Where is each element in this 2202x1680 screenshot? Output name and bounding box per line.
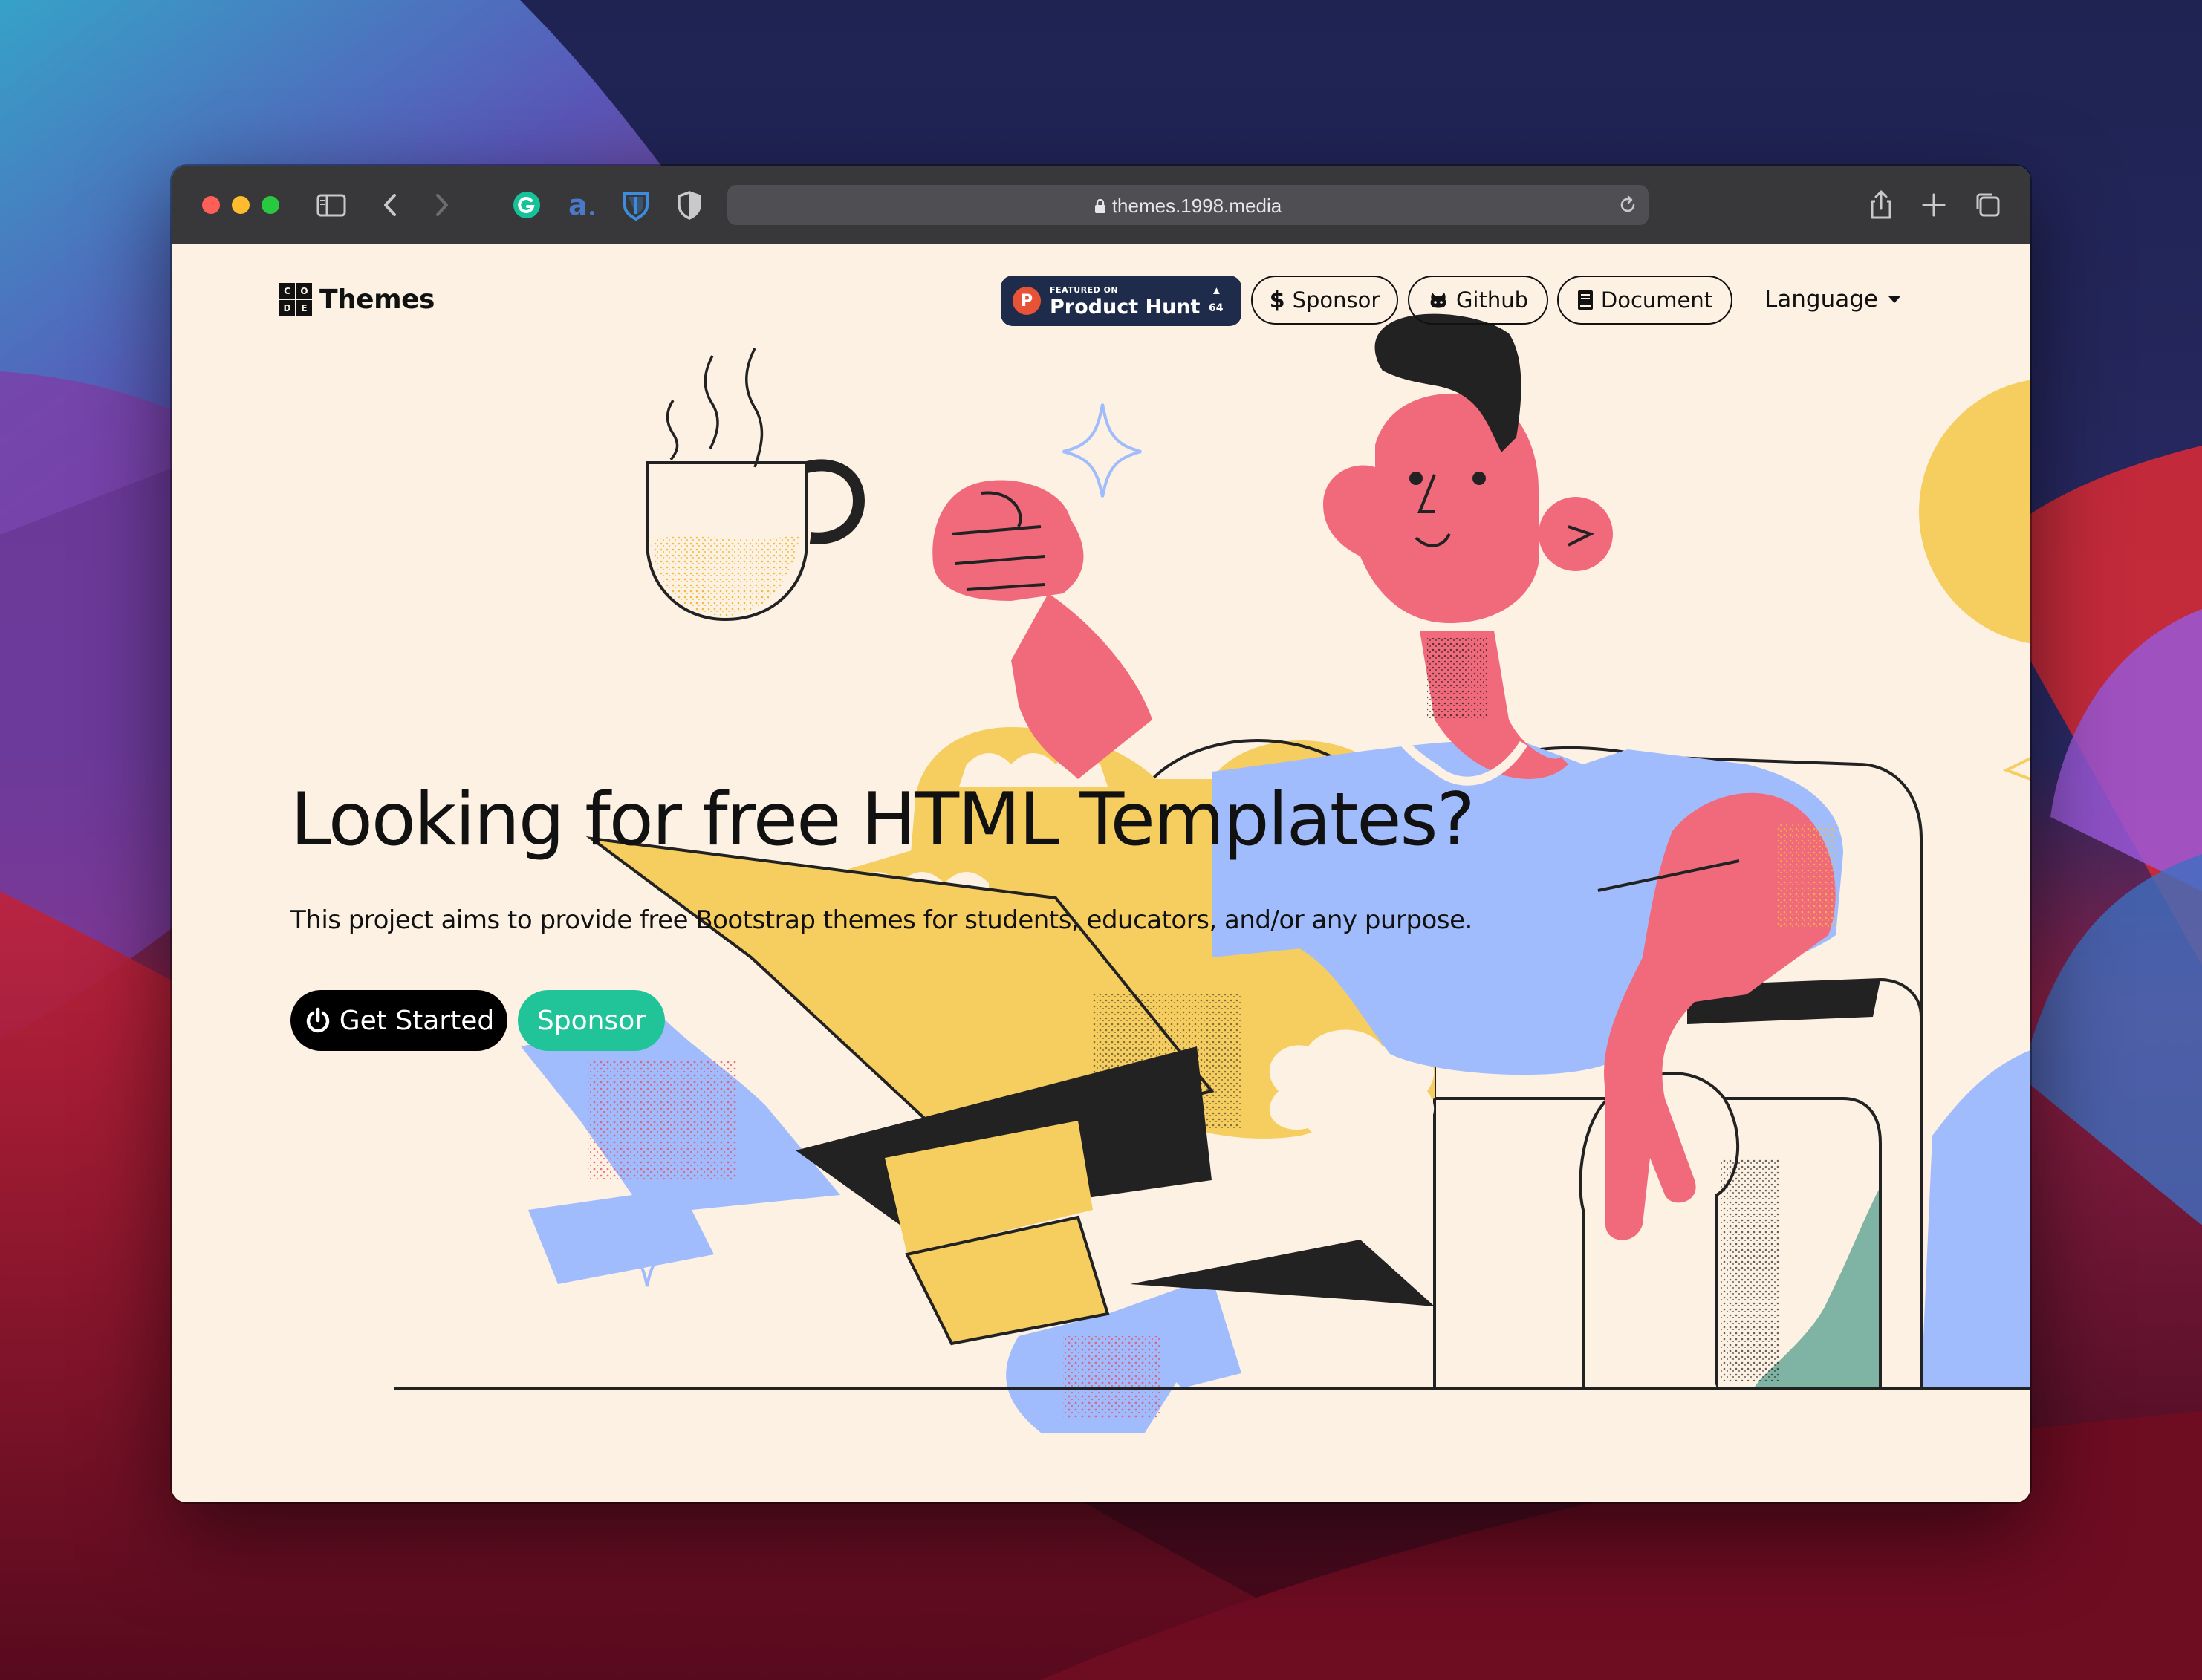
hero-subtitle: This project aims to provide free Bootst… [290, 905, 1472, 935]
hero-illustration [394, 313, 2030, 1433]
address-bar[interactable]: themes.1998.media [727, 185, 1649, 225]
github-icon [1428, 290, 1449, 310]
zoom-window-button[interactable] [262, 196, 279, 214]
web-page: C O D E Themes P FEATURED ON Product Hun… [172, 244, 2030, 1502]
product-hunt-badge[interactable]: P FEATURED ON Product Hunt ▲ 64 [1001, 276, 1241, 326]
hero-title: Looking for free HTML Templates? [290, 778, 1475, 862]
reload-icon[interactable] [1617, 195, 1638, 215]
share-icon[interactable] [1862, 186, 1900, 224]
nav-document-label: Document [1600, 287, 1713, 313]
back-icon[interactable] [372, 186, 409, 224]
sun-shape [1919, 380, 2030, 644]
sidebar-toggle-icon[interactable] [313, 186, 350, 224]
logo-letter: E [296, 300, 312, 316]
logo-letter: O [296, 283, 312, 299]
power-icon [304, 1006, 332, 1035]
hero-sponsor-label: Sponsor [536, 1005, 646, 1036]
grammarly-icon[interactable] [508, 186, 545, 224]
dollar-icon: $ [1269, 287, 1285, 313]
new-tab-icon[interactable] [1915, 186, 1952, 224]
product-hunt-name: Product Hunt [1050, 296, 1201, 319]
product-hunt-caption: FEATURED ON [1050, 285, 1119, 295]
url-text: themes.1998.media [727, 195, 1649, 218]
svg-text:a: a [568, 189, 588, 221]
caret-down-icon [1888, 296, 1900, 303]
lock-icon [1094, 198, 1105, 213]
nav-sponsor-button[interactable]: $ Sponsor [1251, 276, 1398, 325]
nav-sponsor-label: Sponsor [1292, 287, 1380, 313]
logo-letter: C [279, 283, 295, 299]
forward-icon[interactable] [423, 186, 460, 224]
product-hunt-logo-icon: P [1013, 287, 1041, 315]
brand[interactable]: C O D E Themes [279, 283, 435, 316]
nav-github-button[interactable]: Github [1408, 276, 1548, 325]
close-window-button[interactable] [202, 196, 220, 214]
upvote-count: 64 [1209, 302, 1224, 314]
tab-overview-icon[interactable] [1969, 186, 2007, 224]
brand-name: Themes [319, 284, 435, 315]
get-started-button[interactable]: Get Started [290, 990, 507, 1051]
url-value: themes.1998.media [1111, 195, 1282, 217]
hero-sponsor-button[interactable]: Sponsor [518, 990, 665, 1051]
language-label: Language [1764, 286, 1878, 313]
nav-github-label: Github [1455, 287, 1529, 313]
get-started-label: Get Started [339, 1005, 495, 1036]
amazon-assistant-icon[interactable]: a [562, 186, 600, 224]
code-logo-icon: C O D E [279, 283, 312, 316]
browser-window: a themes.1998.media C O D E Themes P FEA… [172, 166, 2030, 1502]
language-dropdown[interactable]: Language [1764, 286, 1900, 313]
privacy-shield-icon[interactable] [671, 186, 708, 224]
minimize-window-button[interactable] [232, 196, 250, 214]
nav-document-button[interactable]: Document [1557, 276, 1732, 325]
logo-letter: D [279, 300, 295, 316]
bitwarden-icon[interactable] [617, 186, 655, 224]
upvote-arrow-icon: ▲ [1211, 284, 1222, 297]
browser-toolbar: a themes.1998.media [172, 166, 2030, 246]
book-icon [1577, 290, 1594, 310]
